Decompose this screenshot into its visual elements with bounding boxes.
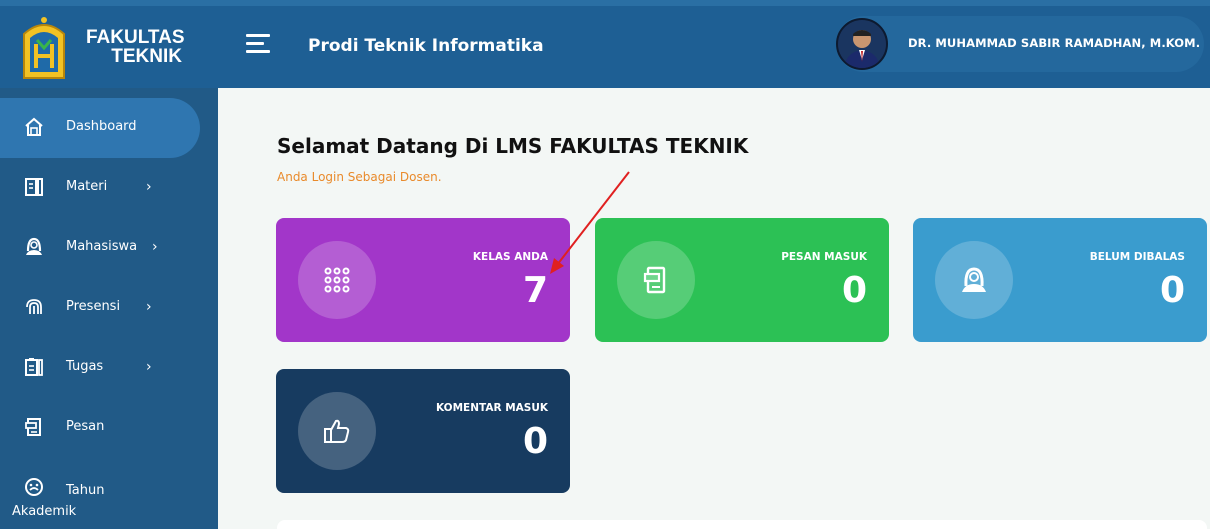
sidebar-item-materi[interactable]: Materi › (0, 158, 218, 218)
clipboard-icon (25, 358, 43, 376)
thumbs-up-icon (324, 419, 350, 443)
sidebar-item-label: Materi (66, 179, 108, 194)
top-bar: FAKULTAS TEKNIK Prodi Teknik Informatika… (0, 0, 1210, 88)
grid-icon (324, 267, 350, 293)
user-icon (962, 267, 986, 292)
card-kelas-anda[interactable]: KELAS ANDA 7 (276, 218, 570, 342)
message-icon (25, 418, 41, 436)
card-belum-dibalas[interactable]: BELUM DIBALAS 0 (913, 218, 1207, 342)
user-photo-icon (838, 20, 886, 68)
card-value: 0 (1159, 270, 1185, 311)
card-label: KOMENTAR MASUK (435, 402, 548, 414)
sidebar-item-label: Dashboard (66, 119, 137, 134)
sidebar-item-pesan[interactable]: Pesan (0, 398, 218, 458)
message-icon (643, 266, 666, 294)
brand-name: FAKULTAS TEKNIK (86, 27, 185, 67)
avatar[interactable] (836, 18, 888, 70)
sidebar-item-tahun-akademik[interactable]: Tahun Akademik (0, 458, 218, 529)
card-label: KELAS ANDA (472, 251, 548, 263)
brand[interactable]: FAKULTAS TEKNIK (0, 6, 218, 88)
sidebar-item-mahasiswa[interactable]: Mahasiswa › (0, 218, 218, 278)
brand-line-2: TEKNIK (111, 46, 182, 67)
card-icon-circle (298, 241, 376, 319)
sidebar-item-label: Mahasiswa (66, 239, 138, 254)
card-label: BELUM DIBALAS (1089, 251, 1185, 263)
sidebar-item-dashboard[interactable]: Dashboard (0, 98, 200, 158)
sidebar-item-presensi[interactable]: Presensi › (0, 278, 218, 338)
program-title: Prodi Teknik Informatika (308, 36, 544, 56)
sidebar-item-label: Tahun Akademik (12, 483, 105, 519)
user-icon (26, 237, 42, 255)
card-value: 0 (522, 421, 548, 462)
card-icon-circle (935, 241, 1013, 319)
brand-line-1: FAKULTAS (86, 27, 185, 48)
sidebar-item-label: Presensi (66, 299, 121, 314)
page-title: Selamat Datang Di LMS FAKULTAS TEKNIK (277, 134, 749, 158)
hamburger-menu-icon[interactable] (246, 34, 270, 58)
card-value: 0 (841, 270, 867, 311)
card-komentar-masuk[interactable]: KOMENTAR MASUK 0 (276, 369, 570, 493)
chevron-right-icon: › (146, 299, 152, 315)
card-value: 7 (522, 270, 548, 311)
book-icon (25, 178, 43, 196)
sidebar-item-tugas[interactable]: Tugas › (0, 338, 218, 398)
sidebar-item-label: Tugas (66, 359, 104, 374)
home-icon (25, 117, 43, 136)
chevron-right-icon: › (152, 239, 158, 255)
card-label: PESAN MASUK (781, 251, 867, 263)
content-panel (277, 520, 1207, 529)
user-menu[interactable]: DR. MUHAMMAD SABIR RAMADHAN, M.KOM. (836, 16, 1204, 72)
sidebar-item-label: Pesan (66, 419, 105, 434)
login-role-text: Anda Login Sebagai Dosen. (277, 170, 442, 184)
card-icon-circle (298, 392, 376, 470)
sidebar: Dashboard Materi › Mahasiswa › Presensi … (0, 88, 218, 529)
chevron-right-icon: › (146, 359, 152, 375)
fingerprint-icon (26, 299, 42, 314)
chevron-right-icon: › (146, 179, 152, 195)
card-icon-circle (617, 241, 695, 319)
faculty-logo (23, 17, 65, 79)
user-name: DR. MUHAMMAD SABIR RAMADHAN, M.KOM. (908, 36, 1201, 50)
card-pesan-masuk[interactable]: PESAN MASUK 0 (595, 218, 889, 342)
